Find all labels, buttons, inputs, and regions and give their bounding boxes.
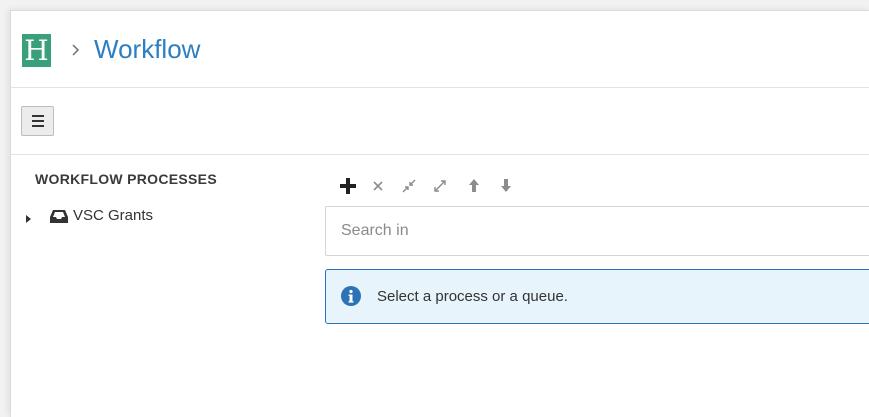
- info-alert: Select a process or a queue.: [325, 269, 869, 324]
- collapse-icon[interactable]: [398, 175, 420, 197]
- add-icon[interactable]: [337, 175, 359, 197]
- search-input[interactable]: [325, 206, 869, 256]
- inbox-icon: [49, 209, 69, 224]
- menu-bar-icon: [32, 115, 44, 117]
- menu-bar-icon: [32, 120, 44, 122]
- hamburger-menu-button[interactable]: [21, 106, 54, 136]
- chevron-right-icon: [69, 38, 83, 62]
- info-message: Select a process or a queue.: [377, 288, 568, 305]
- top-toolbar: [11, 88, 869, 155]
- tree-item-vsc-grants[interactable]: VSC Grants: [25, 207, 195, 225]
- expand-icon[interactable]: [429, 175, 451, 197]
- sidebar-title: WORKFLOW PROCESSES: [35, 171, 217, 187]
- move-down-icon[interactable]: [495, 175, 517, 197]
- remove-icon[interactable]: [367, 175, 389, 197]
- tree-item-label: VSC Grants: [73, 207, 154, 224]
- page-header: H Workflow: [11, 11, 869, 88]
- move-up-icon[interactable]: [463, 175, 485, 197]
- menu-bar-icon: [32, 125, 44, 127]
- app-window: H Workflow WORKFLOW PROCESSES VSC Grants…: [10, 10, 869, 417]
- page-title: Workflow: [94, 34, 201, 64]
- app-logo[interactable]: H: [22, 34, 51, 67]
- info-icon: [341, 286, 361, 306]
- caret-right-icon[interactable]: [25, 211, 33, 223]
